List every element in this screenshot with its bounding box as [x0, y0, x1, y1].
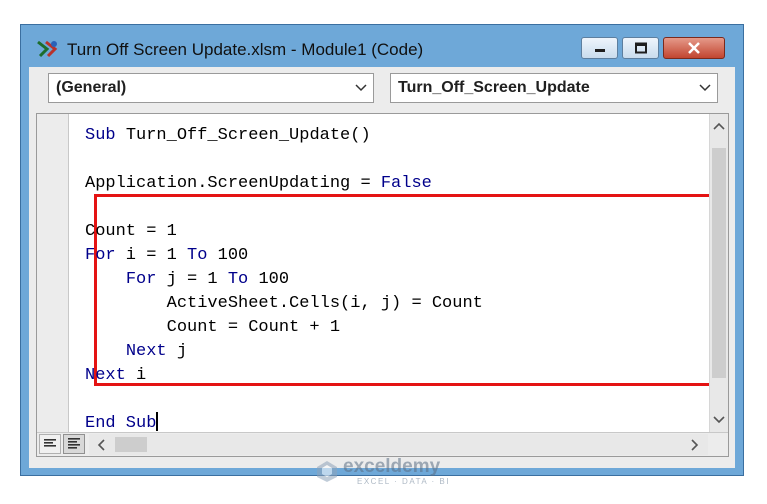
- scroll-up-button[interactable]: [712, 118, 726, 134]
- procedure-view-icon: [44, 439, 56, 447]
- watermark-name: exceldemy: [343, 456, 441, 477]
- code-keyword: For: [85, 246, 116, 265]
- code-line[interactable]: Count = 1: [85, 220, 177, 244]
- scroll-right-button[interactable]: [687, 437, 703, 452]
- procedure-dropdown[interactable]: Turn_Off_Screen_Update: [390, 73, 718, 103]
- object-dropdown-value: (General): [56, 79, 127, 96]
- scroll-right-icon: [691, 438, 699, 451]
- code-line[interactable]: ActiveSheet.Cells(i, j) = Count: [85, 292, 483, 316]
- horizontal-scrollbar[interactable]: [89, 434, 708, 455]
- minimize-button[interactable]: [581, 37, 618, 59]
- scroll-down-icon: [713, 416, 725, 424]
- code-keyword: Sub: [85, 126, 126, 145]
- code-text: Count = Count + 1: [85, 318, 341, 337]
- code-text: Turn_Off_Screen_Update(): [125, 126, 371, 145]
- maximize-icon: [634, 42, 647, 54]
- code-text: j = 1: [156, 270, 228, 289]
- code-keyword: False: [380, 174, 432, 193]
- horizontal-scroll-thumb[interactable]: [115, 437, 147, 452]
- code-area[interactable]: Sub Turn_Off_Screen_Update() Application.…: [69, 114, 709, 432]
- exceldemy-logo-icon: [317, 461, 337, 482]
- code-text: j: [166, 342, 188, 361]
- scroll-left-button[interactable]: [93, 437, 109, 452]
- watermark-tagline: EXCEL · DATA · BI: [357, 477, 450, 486]
- code-text: Application.ScreenUpdating =: [85, 174, 381, 193]
- code-text: i: [125, 366, 147, 385]
- close-button[interactable]: [663, 37, 725, 59]
- code-line[interactable]: End Sub: [85, 412, 158, 432]
- scroll-up-icon: [713, 122, 725, 130]
- code-keyword: Next: [125, 342, 167, 361]
- code-text: Count = 1: [85, 222, 177, 241]
- minimize-icon: [594, 49, 605, 52]
- code-line[interactable]: Next j: [85, 340, 187, 364]
- title-bar[interactable]: Turn Off Screen Update.xlsm - Module1 (C…: [21, 25, 743, 67]
- text-cursor: [156, 412, 158, 431]
- vba-code-window: Turn Off Screen Update.xlsm - Module1 (C…: [20, 24, 744, 476]
- vertical-scrollbar[interactable]: [709, 114, 728, 432]
- scroll-down-button[interactable]: [712, 412, 726, 428]
- chevron-down-icon: [699, 84, 711, 92]
- code-text: 100: [248, 270, 290, 289]
- vertical-scroll-thumb[interactable]: [712, 148, 726, 378]
- code-text: 100: [207, 246, 249, 265]
- window-title: Turn Off Screen Update.xlsm - Module1 (C…: [67, 40, 424, 59]
- code-editor: Sub Turn_Off_Screen_Update() Application.…: [36, 113, 729, 457]
- code-text: i = 1: [115, 246, 188, 265]
- code-keyword: For: [125, 270, 157, 289]
- close-icon: [688, 42, 700, 54]
- code-line[interactable]: For i = 1 To 100: [85, 244, 248, 268]
- code-line[interactable]: Application.ScreenUpdating = False: [85, 172, 432, 196]
- chevron-down-icon: [355, 84, 367, 92]
- procedure-dropdown-value: Turn_Off_Screen_Update: [398, 79, 590, 96]
- code-line[interactable]: Sub Turn_Off_Screen_Update(): [85, 124, 371, 148]
- object-dropdown[interactable]: (General): [48, 73, 374, 103]
- full-module-view-icon: [68, 438, 80, 449]
- code-line[interactable]: Count = Count + 1: [85, 316, 340, 340]
- code-keyword: To: [187, 246, 208, 265]
- code-window-client: (General) Turn_Off_Screen_Update Sub Tur…: [29, 67, 735, 468]
- code-keyword: To: [227, 270, 249, 289]
- code-text: ActiveSheet.Cells(i, j) = Count: [85, 294, 483, 313]
- full-module-view-button[interactable]: [63, 434, 85, 454]
- code-line[interactable]: Next i: [85, 364, 146, 388]
- code-line[interactable]: For j = 1 To 100: [85, 268, 289, 292]
- margin-indicator-bar[interactable]: [37, 114, 69, 432]
- procedure-view-button[interactable]: [39, 434, 61, 454]
- exceldemy-watermark: exceldemy EXCEL · DATA · BI: [313, 455, 473, 489]
- scroll-left-icon: [97, 438, 105, 451]
- code-keyword: Next: [85, 366, 126, 385]
- code-window-status-bar: [37, 432, 728, 456]
- maximize-button[interactable]: [622, 37, 659, 59]
- code-keyword: End Sub: [85, 414, 157, 432]
- vba-module-icon: [37, 40, 58, 58]
